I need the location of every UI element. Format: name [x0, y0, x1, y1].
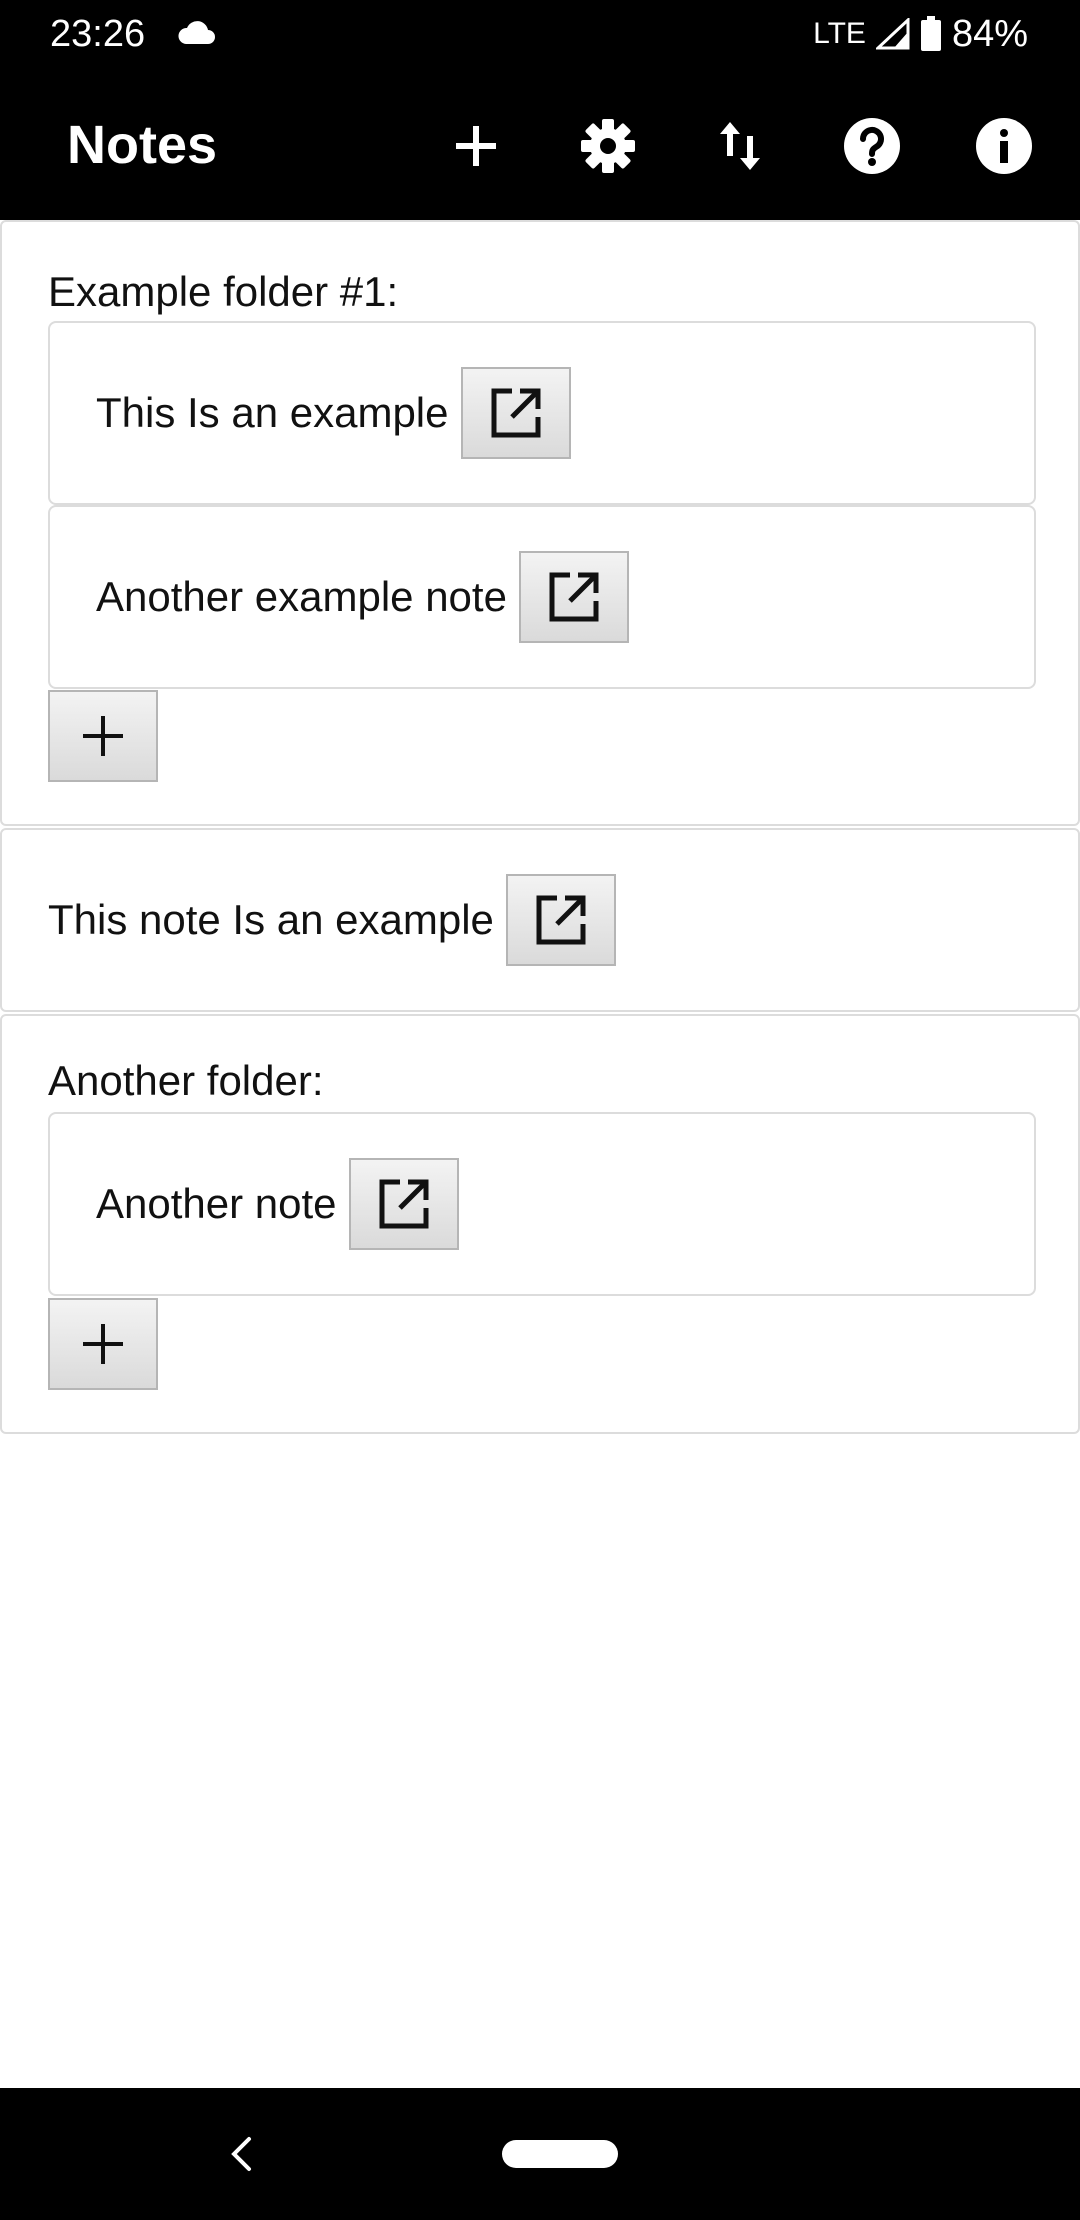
import-export-button[interactable] — [700, 106, 780, 186]
add-note-to-folder-button[interactable] — [48, 690, 158, 782]
open-in-new-icon — [536, 895, 586, 945]
note-title: This note Is an example — [48, 896, 494, 943]
plus-icon — [83, 1324, 123, 1364]
settings-button[interactable] — [568, 106, 648, 186]
folder-title: Example folder #1: — [48, 268, 399, 315]
battery-percent: 84% — [951, 12, 1028, 55]
battery-icon — [920, 16, 941, 51]
back-button[interactable] — [216, 2128, 266, 2180]
navigation-bar — [0, 2088, 1080, 2220]
open-in-new-icon — [491, 388, 540, 438]
status-bar: 23:26 LTE 84% — [0, 0, 1080, 70]
network-type: LTE — [813, 17, 866, 50]
add-note-to-folder-button[interactable] — [48, 1298, 158, 1390]
note-row: Another note — [96, 1158, 459, 1250]
open-note-button[interactable] — [460, 367, 571, 459]
back-icon — [231, 2137, 251, 2171]
note-row: This Is an example — [96, 367, 571, 459]
add-icon — [456, 126, 496, 166]
help-button[interactable] — [832, 106, 912, 186]
info-button[interactable] — [964, 106, 1044, 186]
note-item: Another example note — [48, 505, 1036, 689]
note-item: Another note — [48, 1112, 1036, 1296]
note-title: Another example note — [96, 573, 507, 620]
open-note-button[interactable] — [348, 1158, 459, 1250]
info-icon — [976, 118, 1032, 174]
status-right-group: LTE 84% — [813, 12, 1028, 56]
open-note-button[interactable] — [518, 551, 629, 643]
plus-icon — [83, 716, 123, 756]
home-pill[interactable] — [502, 2140, 618, 2168]
app-bar: Notes — [0, 70, 1080, 220]
note-title: Another note — [96, 1180, 337, 1227]
folder-card: Another folder: Another note — [0, 1014, 1080, 1434]
open-note-button[interactable] — [505, 874, 616, 966]
open-in-new-icon — [379, 1179, 429, 1229]
sort-icon — [720, 122, 760, 170]
status-time: 23:26 — [50, 13, 146, 55]
note-row: This note Is an example — [48, 874, 616, 966]
help-icon — [844, 118, 900, 174]
note-card: This note Is an example — [0, 828, 1080, 1012]
note-row: Another example note — [96, 551, 629, 643]
folder-title: Another folder: — [48, 1057, 324, 1104]
cloud-icon — [178, 21, 215, 44]
app-title: Notes — [67, 115, 218, 175]
add-note-button[interactable] — [436, 106, 516, 186]
note-item: This Is an example — [48, 321, 1036, 505]
gear-icon — [581, 119, 635, 173]
open-in-new-icon — [549, 572, 599, 622]
note-title: This Is an example — [96, 389, 449, 436]
notes-list: Example folder #1: This Is an example An… — [0, 220, 1080, 2088]
folder-card: Example folder #1: This Is an example An… — [0, 220, 1080, 826]
signal-icon — [875, 18, 910, 50]
